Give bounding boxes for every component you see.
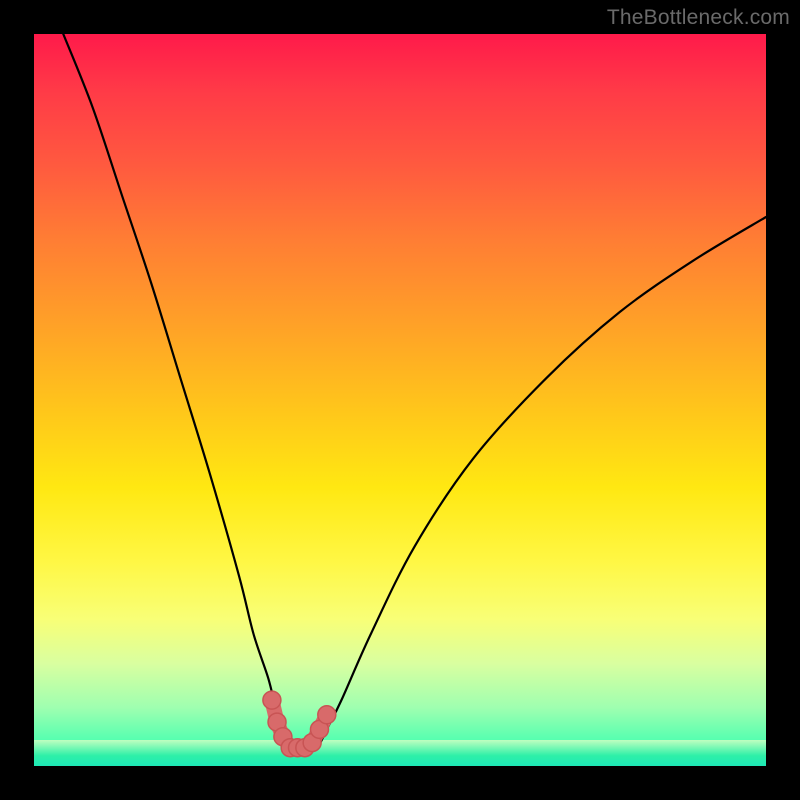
chart-frame: TheBottleneck.com	[0, 0, 800, 800]
plot-background	[34, 34, 766, 766]
watermark-text: TheBottleneck.com	[607, 6, 790, 30]
green-band	[34, 740, 766, 766]
